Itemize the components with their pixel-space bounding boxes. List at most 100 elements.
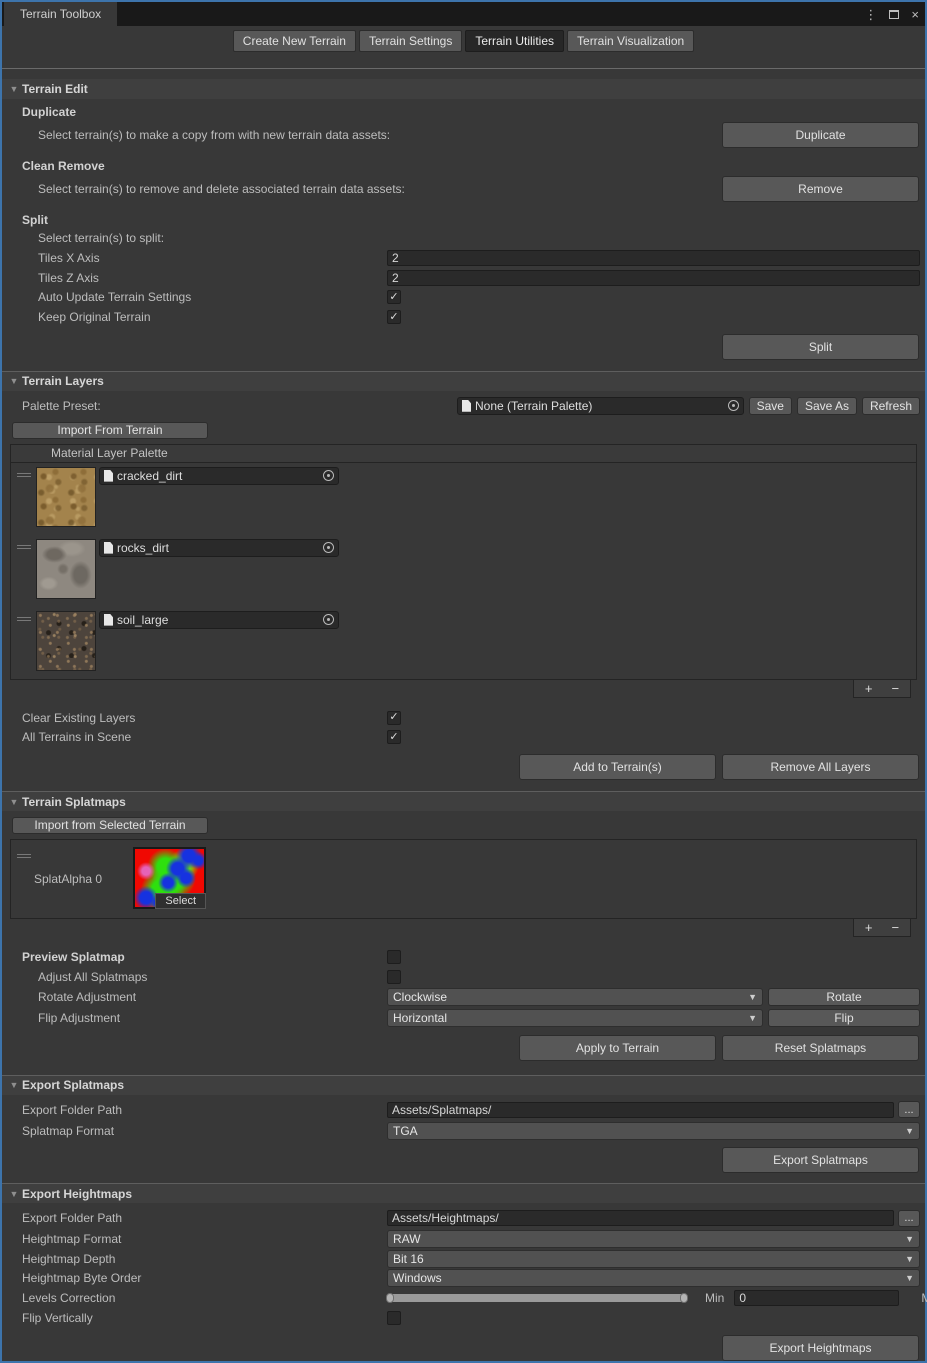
section-export-splatmaps-header[interactable]: ▼ Export Splatmaps bbox=[2, 1075, 925, 1095]
toolbar-separator bbox=[2, 68, 925, 69]
section-terrain-layers-header[interactable]: ▼ Terrain Layers bbox=[2, 371, 925, 391]
reset-splatmaps-button[interactable]: Reset Splatmaps bbox=[722, 1035, 919, 1061]
remove-layer-button[interactable]: − bbox=[883, 682, 907, 695]
heightmap-folder-input[interactable] bbox=[387, 1210, 894, 1226]
layer-texture-thumbnail[interactable] bbox=[36, 611, 96, 671]
section-title: Terrain Layers bbox=[22, 374, 104, 388]
layer-texture-thumbnail[interactable] bbox=[36, 467, 96, 527]
object-picker-icon[interactable] bbox=[323, 470, 334, 481]
layer-row[interactable]: rocks_dirt bbox=[11, 535, 916, 607]
export-heightmaps-button[interactable]: Export Heightmaps bbox=[722, 1335, 919, 1361]
heightmap-browse-button[interactable]: ... bbox=[898, 1210, 920, 1227]
import-from-terrain-button[interactable]: Import From Terrain bbox=[12, 422, 208, 439]
foldout-triangle-icon[interactable]: ▼ bbox=[6, 1080, 22, 1090]
tab-terrain-settings[interactable]: Terrain Settings bbox=[359, 30, 462, 52]
preview-splatmap-checkbox[interactable] bbox=[387, 950, 401, 964]
layer-row[interactable]: soil_large bbox=[11, 607, 916, 679]
window-tab[interactable]: Terrain Toolbox bbox=[4, 2, 117, 26]
all-terrains-checkbox[interactable]: ✓ bbox=[387, 730, 401, 744]
add-to-terrain-button[interactable]: Add to Terrain(s) bbox=[519, 754, 716, 780]
rotate-adjustment-dropdown[interactable]: Clockwise ▼ bbox=[387, 988, 763, 1006]
foldout-triangle-icon[interactable]: ▼ bbox=[6, 1189, 22, 1199]
save-as-button[interactable]: Save As bbox=[797, 397, 857, 415]
split-button-row: Split bbox=[2, 334, 925, 360]
split-heading: Split bbox=[2, 212, 925, 228]
tab-create-new-terrain[interactable]: Create New Terrain bbox=[233, 30, 356, 52]
save-button[interactable]: Save bbox=[749, 397, 792, 415]
tab-terrain-visualization[interactable]: Terrain Visualization bbox=[567, 30, 694, 52]
export-heightmaps-row: Export Heightmaps bbox=[2, 1335, 925, 1361]
splatmap-label: SplatAlpha 0 bbox=[34, 872, 102, 886]
import-from-selected-terrain-button[interactable]: Import from Selected Terrain bbox=[12, 817, 208, 834]
object-picker-icon[interactable] bbox=[728, 400, 739, 411]
drag-handle-icon[interactable] bbox=[17, 615, 31, 623]
levels-correction-slider[interactable] bbox=[387, 1294, 687, 1302]
foldout-triangle-icon[interactable]: ▼ bbox=[6, 84, 22, 94]
object-picker-icon[interactable] bbox=[323, 614, 334, 625]
add-layer-button[interactable]: + bbox=[857, 682, 881, 695]
remove-all-layers-button[interactable]: Remove All Layers bbox=[722, 754, 919, 780]
clear-existing-label: Clear Existing Layers bbox=[2, 711, 387, 725]
keep-original-label: Keep Original Terrain bbox=[2, 310, 387, 324]
kebab-menu-icon[interactable]: ⋮ bbox=[864, 8, 877, 21]
clear-existing-checkbox[interactable]: ✓ bbox=[387, 711, 401, 725]
tiles-x-input[interactable] bbox=[387, 250, 920, 266]
layer-object-field[interactable]: rocks_dirt bbox=[99, 539, 339, 557]
splatmap-thumbnail[interactable]: Select bbox=[133, 847, 206, 909]
apply-to-terrain-button[interactable]: Apply to Terrain bbox=[519, 1035, 716, 1061]
flip-vertically-checkbox[interactable] bbox=[387, 1311, 401, 1325]
window-title: Terrain Toolbox bbox=[20, 7, 101, 21]
splatmap-select-button[interactable]: Select bbox=[155, 893, 206, 909]
layer-row[interactable]: cracked_dirt bbox=[11, 463, 916, 535]
close-icon[interactable]: × bbox=[911, 8, 919, 21]
auto-update-checkbox[interactable]: ✓ bbox=[387, 290, 401, 304]
splatmap-row[interactable]: SplatAlpha 0 Select bbox=[11, 840, 916, 918]
layer-object-field[interactable]: cracked_dirt bbox=[99, 467, 339, 485]
heightmap-format-label: Heightmap Format bbox=[2, 1232, 387, 1246]
duplicate-button[interactable]: Duplicate bbox=[722, 122, 919, 148]
flip-adjustment-dropdown[interactable]: Horizontal ▼ bbox=[387, 1009, 763, 1027]
drag-handle-icon[interactable] bbox=[17, 852, 31, 860]
palette-preset-object-field[interactable]: None (Terrain Palette) bbox=[457, 397, 744, 415]
add-splatmap-button[interactable]: + bbox=[857, 921, 881, 934]
maximize-icon[interactable] bbox=[889, 8, 899, 21]
layer-list-footer: + − bbox=[2, 680, 925, 698]
object-picker-icon[interactable] bbox=[323, 542, 334, 553]
section-terrain-edit-header[interactable]: ▼ Terrain Edit bbox=[2, 79, 925, 99]
max-label: Max bbox=[921, 1291, 927, 1305]
splatmap-format-dropdown[interactable]: TGA ▼ bbox=[387, 1122, 920, 1140]
clean-remove-description: Select terrain(s) to remove and delete a… bbox=[38, 182, 722, 196]
slider-min-handle[interactable] bbox=[386, 1293, 394, 1303]
tab-terrain-utilities[interactable]: Terrain Utilities bbox=[465, 30, 564, 52]
levels-correction-label: Levels Correction bbox=[2, 1291, 387, 1305]
asset-doc-icon bbox=[104, 542, 113, 554]
min-input[interactable] bbox=[734, 1290, 899, 1306]
flip-button[interactable]: Flip bbox=[768, 1009, 920, 1027]
tiles-z-input[interactable] bbox=[387, 270, 920, 286]
foldout-triangle-icon[interactable]: ▼ bbox=[6, 376, 22, 386]
slider-max-handle[interactable] bbox=[680, 1293, 688, 1303]
heightmap-format-dropdown[interactable]: RAW ▼ bbox=[387, 1230, 920, 1248]
remove-button[interactable]: Remove bbox=[722, 176, 919, 202]
splatmap-browse-button[interactable]: ... bbox=[898, 1101, 920, 1118]
section-title: Terrain Splatmaps bbox=[22, 795, 126, 809]
layer-object-field[interactable]: soil_large bbox=[99, 611, 339, 629]
drag-handle-icon[interactable] bbox=[17, 543, 31, 551]
heightmap-depth-dropdown[interactable]: Bit 16 ▼ bbox=[387, 1250, 920, 1268]
keep-original-checkbox[interactable]: ✓ bbox=[387, 310, 401, 324]
section-terrain-splatmaps-header[interactable]: ▼ Terrain Splatmaps bbox=[2, 791, 925, 811]
heightmap-byte-order-dropdown[interactable]: Windows ▼ bbox=[387, 1269, 920, 1287]
adjust-all-checkbox[interactable] bbox=[387, 970, 401, 984]
remove-splatmap-button[interactable]: − bbox=[883, 921, 907, 934]
export-splatmaps-button[interactable]: Export Splatmaps bbox=[722, 1147, 919, 1173]
splatmap-folder-input[interactable] bbox=[387, 1102, 894, 1118]
adjust-all-row: Adjust All Splatmaps bbox=[2, 967, 925, 987]
auto-update-label: Auto Update Terrain Settings bbox=[2, 290, 387, 304]
rotate-button[interactable]: Rotate bbox=[768, 988, 920, 1006]
split-button[interactable]: Split bbox=[722, 334, 919, 360]
drag-handle-icon[interactable] bbox=[17, 471, 31, 479]
foldout-triangle-icon[interactable]: ▼ bbox=[6, 797, 22, 807]
section-export-heightmaps-header[interactable]: ▼ Export Heightmaps bbox=[2, 1183, 925, 1203]
refresh-button[interactable]: Refresh bbox=[862, 397, 920, 415]
layer-texture-thumbnail[interactable] bbox=[36, 539, 96, 599]
